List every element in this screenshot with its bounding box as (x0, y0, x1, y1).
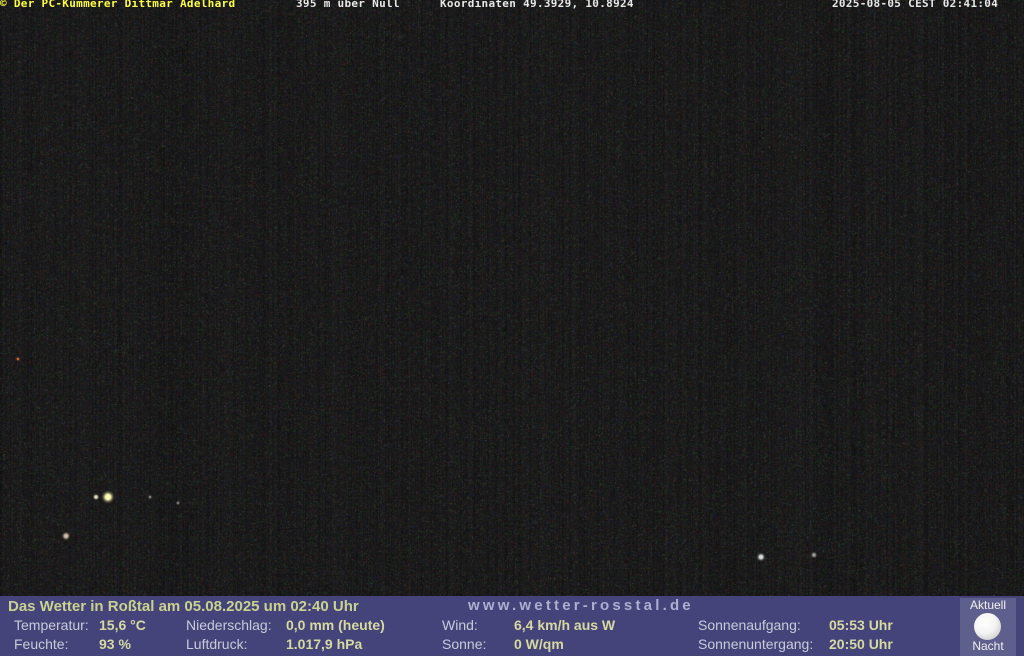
altitude-text: 395 m über Null (296, 0, 400, 10)
pressure-label: Luftdruck: (186, 636, 248, 652)
pressure-value: 1.017,9 hPa (286, 636, 363, 652)
sun-value: 0 W/qm (514, 636, 564, 652)
moon-bottom-label: Nacht (972, 639, 1004, 653)
timestamp-text: 2025-08-05 CEST 02:41:04 (832, 0, 999, 10)
precipitation-value: 0,0 mm (heute) (286, 617, 385, 633)
moon-phase-panel: Aktuell Nacht (960, 598, 1016, 656)
copyright-text: © Der PC-Kümmerer Dittmar Adelhard (0, 0, 236, 10)
coordinates-text: Koordinaten 49.3929, 10.8924 (440, 0, 634, 10)
wind-value: 6,4 km/h aus W (514, 617, 616, 633)
sunset-label: Sonnenuntergang: (698, 636, 814, 652)
humidity-label: Feuchte: (14, 636, 69, 652)
moon-top-label: Aktuell (969, 598, 1007, 612)
full-moon-icon (974, 613, 1001, 640)
sunset-value: 20:50 Uhr (829, 636, 893, 652)
humidity-value: 93 % (99, 636, 131, 652)
weather-info-bar: Das Wetter in Roßtal am 05.08.2025 um 02… (0, 596, 1024, 656)
sun-label: Sonne: (442, 636, 487, 652)
webcam-night-image (0, 0, 1024, 596)
website-link[interactable]: www.wetter-rosstal.de (468, 597, 694, 614)
sunrise-label: Sonnenaufgang: (698, 617, 801, 633)
temperature-value: 15,6 °C (99, 617, 146, 633)
wind-label: Wind: (442, 617, 478, 633)
camera-overlay-bar: © Der PC-Kümmerer Dittmar Adelhard 395 m… (0, 0, 1024, 10)
sunrise-value: 05:53 Uhr (829, 617, 893, 633)
precipitation-label: Niederschlag: (186, 617, 272, 633)
temperature-label: Temperatur: (14, 617, 89, 633)
weather-heading: Das Wetter in Roßtal am 05.08.2025 um 02… (8, 598, 359, 615)
